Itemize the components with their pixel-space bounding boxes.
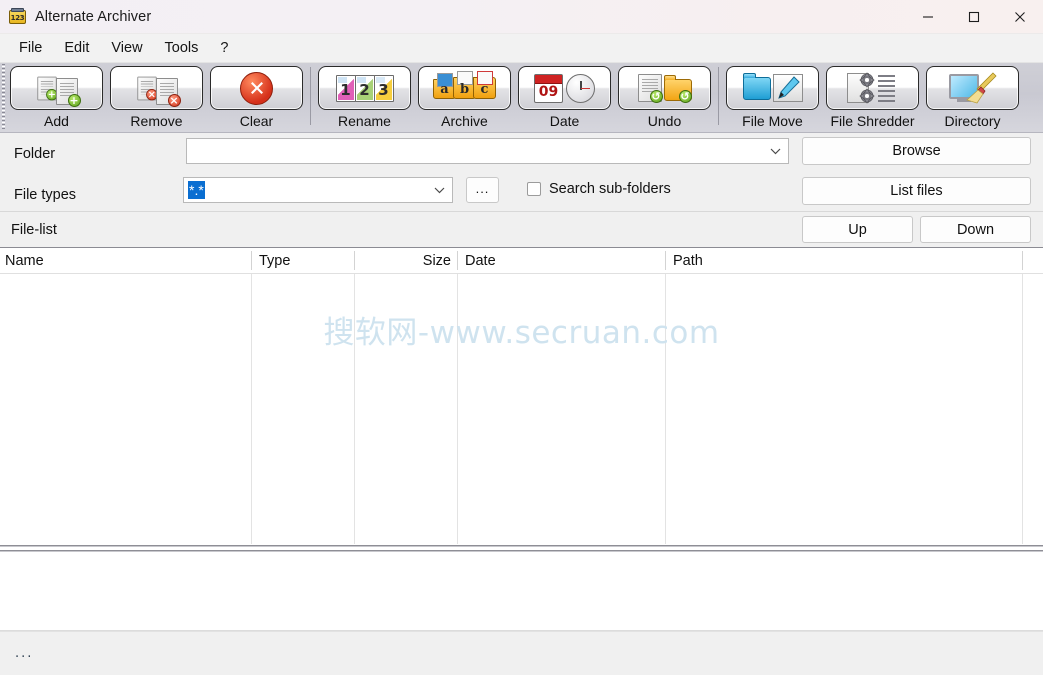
application-window: 123 Alternate Archiver File Edit View To… bbox=[0, 0, 1043, 675]
toolbar-label-add: Add bbox=[44, 113, 69, 129]
search-subfolders-label: Search sub-folders bbox=[549, 181, 671, 197]
file-shredder-icon bbox=[846, 72, 899, 104]
browse-button-label: Browse bbox=[892, 143, 941, 159]
toolbar-grip-handle[interactable] bbox=[0, 64, 7, 130]
toolbar-label-rename: Rename bbox=[338, 113, 391, 129]
menu-item-tools[interactable]: Tools bbox=[154, 37, 210, 59]
folder-input[interactable] bbox=[186, 138, 789, 164]
browse-button[interactable]: Browse bbox=[802, 137, 1031, 165]
filetypes-label: File types bbox=[14, 187, 77, 203]
undo-document-folder-icon: ↺ ↺ bbox=[637, 74, 692, 103]
toolbar-label-remove: Remove bbox=[130, 113, 183, 129]
maximize-icon[interactable] bbox=[951, 0, 997, 33]
toolbar-separator-2 bbox=[718, 67, 719, 125]
rename-123-cards-icon: 1 2 3 bbox=[335, 74, 394, 102]
toolbar-button-file-shredder[interactable]: File Shredder bbox=[826, 66, 919, 129]
toolbar-label-clear: Clear bbox=[239, 113, 274, 129]
column-header-size[interactable]: Size bbox=[355, 248, 458, 273]
filetypes-row: File types bbox=[14, 187, 76, 203]
menu-item-help[interactable]: ? bbox=[209, 37, 239, 59]
close-icon[interactable] bbox=[997, 0, 1043, 33]
date-calendar-clock-icon: 09 bbox=[534, 73, 595, 103]
toolbar-label-undo: Undo bbox=[647, 113, 682, 129]
toolbar-button-clear[interactable]: Clear bbox=[210, 66, 303, 129]
toolbar-button-undo[interactable]: ↺ ↺ Undo bbox=[618, 66, 711, 129]
column-header-type[interactable]: Type bbox=[252, 248, 355, 273]
minimize-icon[interactable] bbox=[905, 0, 951, 33]
search-subfolders-checkbox[interactable]: Search sub-folders bbox=[527, 181, 671, 197]
add-documents-icon: + + bbox=[36, 71, 81, 107]
toolbar-separator bbox=[310, 67, 311, 125]
toolbar-button-directory[interactable]: Directory bbox=[926, 66, 1019, 129]
toolbar-label-date: Date bbox=[549, 113, 580, 129]
toolbar-button-file-move[interactable]: File Move bbox=[726, 66, 819, 129]
status-bar: ... bbox=[0, 631, 1043, 675]
search-form-panel: Folder Browse File types *.* ... Search … bbox=[0, 133, 1043, 212]
file-move-folder-pen-icon bbox=[742, 72, 803, 102]
file-list-title: File-list bbox=[11, 221, 57, 238]
column-header-date-label: Date bbox=[465, 252, 496, 269]
filetypes-combobox[interactable]: *.* bbox=[183, 177, 453, 203]
column-header-name-label: Name bbox=[5, 252, 44, 269]
window-controls bbox=[905, 0, 1043, 33]
toolbar-label-file-shredder: File Shredder bbox=[830, 113, 915, 129]
move-down-label: Down bbox=[956, 221, 995, 238]
menu-bar: File Edit View Tools ? bbox=[0, 34, 1043, 63]
folder-combobox[interactable] bbox=[186, 138, 789, 164]
filetypes-more-button[interactable]: ... bbox=[466, 177, 499, 203]
list-files-button-label: List files bbox=[890, 183, 943, 199]
toolbar: + + Add × × Remove Clear 1 2 3 Rename a … bbox=[0, 63, 1043, 133]
column-header-type-label: Type bbox=[259, 252, 291, 269]
toolbar-button-rename[interactable]: 1 2 3 Rename bbox=[318, 66, 411, 129]
site-watermark: 搜软网-www.secruan.com bbox=[323, 315, 720, 351]
clear-red-x-icon bbox=[240, 71, 273, 105]
filetypes-more-label: ... bbox=[475, 180, 490, 196]
column-header-path[interactable]: Path bbox=[666, 248, 1023, 273]
file-list-body[interactable]: 搜软网-www.secruan.com bbox=[0, 274, 1043, 544]
file-list-bar: File-list Up Down bbox=[0, 212, 1043, 248]
menu-item-file[interactable]: File bbox=[8, 37, 53, 59]
toolbar-button-add[interactable]: + + Add bbox=[10, 66, 103, 129]
folder-row: Folder bbox=[14, 146, 55, 162]
filetypes-input[interactable]: *.* bbox=[183, 177, 453, 203]
remove-documents-icon: × × bbox=[136, 71, 181, 107]
lower-detail-pane[interactable] bbox=[0, 554, 1043, 631]
toolbar-button-archive[interactable]: a b c Archive bbox=[418, 66, 511, 129]
menu-item-edit[interactable]: Edit bbox=[53, 37, 100, 59]
pane-splitter[interactable] bbox=[0, 544, 1043, 554]
folder-label: Folder bbox=[14, 146, 56, 162]
move-up-button[interactable]: Up bbox=[802, 216, 913, 243]
column-header-path-label: Path bbox=[673, 252, 703, 269]
status-bar-text: ... bbox=[15, 646, 34, 661]
directory-broom-icon bbox=[947, 72, 999, 104]
list-files-button[interactable]: List files bbox=[802, 177, 1031, 205]
filetypes-value: *.* bbox=[188, 181, 205, 199]
move-up-label: Up bbox=[848, 221, 867, 238]
column-header-size-label: Size bbox=[422, 252, 451, 269]
file-list-column-header: Name Type Size Date Path bbox=[0, 248, 1043, 274]
column-header-name[interactable]: Name bbox=[0, 248, 252, 273]
window-title: Alternate Archiver bbox=[35, 8, 152, 25]
archiver-123-icon: 123 bbox=[9, 8, 26, 25]
toolbar-label-directory: Directory bbox=[944, 113, 1001, 129]
column-header-date[interactable]: Date bbox=[458, 248, 666, 273]
move-down-button[interactable]: Down bbox=[920, 216, 1031, 243]
toolbar-button-date[interactable]: 09 Date bbox=[518, 66, 611, 129]
toolbar-label-archive: Archive bbox=[441, 113, 488, 129]
toolbar-button-remove[interactable]: × × Remove bbox=[110, 66, 203, 129]
title-bar: 123 Alternate Archiver bbox=[0, 0, 1043, 34]
toolbar-label-file-move: File Move bbox=[742, 113, 803, 129]
checkbox-box-icon[interactable] bbox=[527, 182, 541, 196]
menu-item-view[interactable]: View bbox=[100, 37, 153, 59]
archive-abc-folders-icon: a b c bbox=[433, 71, 496, 99]
